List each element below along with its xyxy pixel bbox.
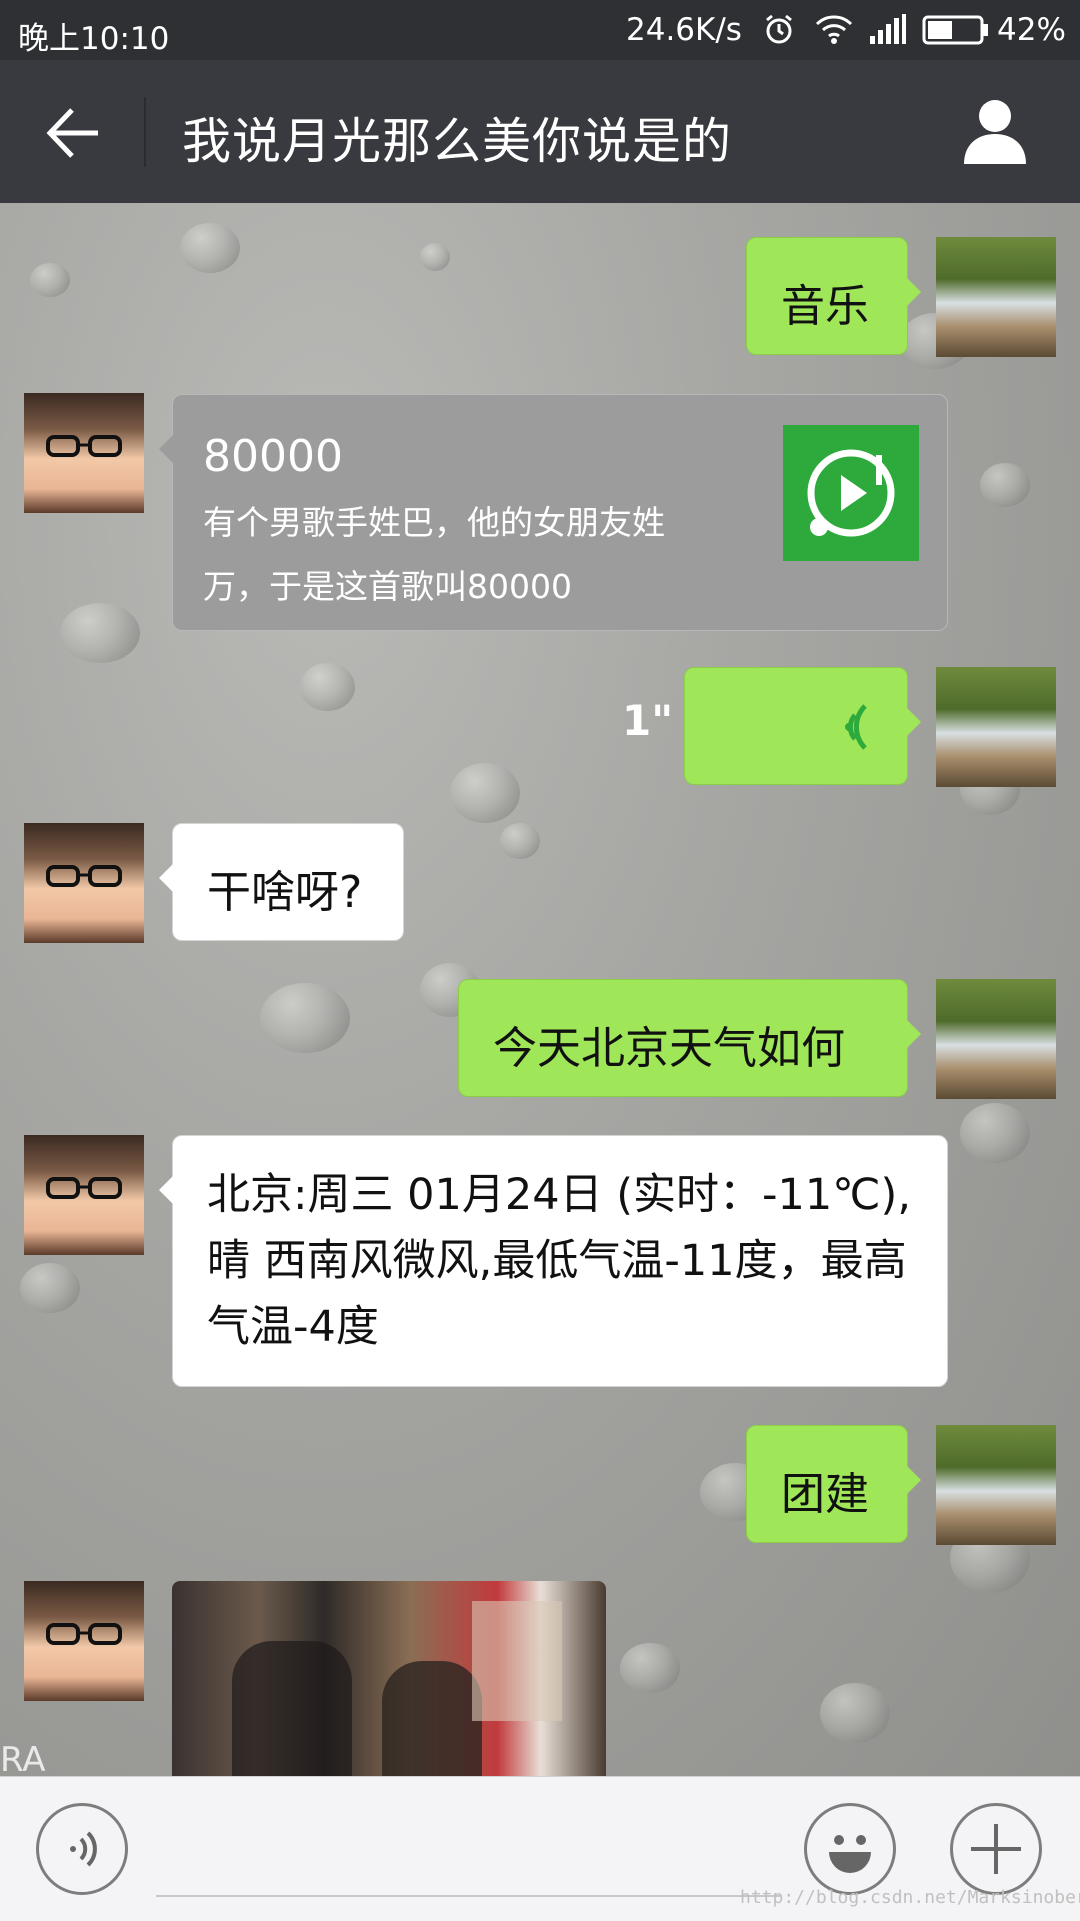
music-description: 有个男歌手姓巴，他的女朋友姓万，于是这首歌叫80000 [203,503,665,606]
signal-icon [868,12,908,54]
plus-icon[interactable] [950,1803,1042,1895]
voice-duration: 1" [622,696,674,745]
bubble-tail [907,278,921,306]
message-input-field[interactable] [156,1895,780,1897]
wallpaper-drop [960,1103,1030,1163]
back-arrow-icon[interactable] [44,104,102,162]
glasses-icon [46,1623,122,1645]
voice-input-icon[interactable] [36,1803,128,1895]
bubble-tail [159,1176,173,1204]
music-title: 80000 [203,431,343,482]
wallpaper-drop [820,1683,890,1743]
status-net-speed: 24.6K/s [626,12,742,48]
wallpaper-drop [180,223,240,273]
voice-wave-icon [825,700,869,765]
input-bar: http://blog.csdn.net/Marksinoberg [0,1776,1080,1921]
wallpaper-drop [980,463,1030,507]
emoji-icon[interactable] [804,1803,896,1895]
status-bar: 晚上10:10 24.6K/s 42% [0,0,1080,60]
glasses-icon [46,865,122,887]
wallpaper-drop [450,763,520,823]
bubble-tail [159,435,173,463]
message-text: 北京:周三 01月24日 (实时：-11℃),晴 西南风微风,最低气温-11度，… [207,1170,911,1352]
message-text: 音乐 [781,281,869,332]
wallpaper-drop [60,603,140,663]
contact-avatar[interactable] [24,823,144,943]
status-time: 晚上10:10 [18,21,170,57]
contact-avatar[interactable] [24,1135,144,1255]
message-bubble-other[interactable]: 干啥呀? [159,823,404,941]
self-avatar[interactable] [936,1425,1056,1545]
chat-header: 我说月光那么美你说是的 [0,60,1080,203]
wallpaper-drop [300,663,355,711]
photo-person [232,1641,352,1776]
wallpaper-drop [620,1643,680,1693]
wallpaper-drop [500,823,540,859]
message-text: 团建 [781,1469,869,1520]
music-card[interactable]: 80000 有个男歌手姓巴，他的女朋友姓万，于是这首歌叫80000 [159,394,948,631]
overlay-text: RA [0,1740,46,1776]
bubble-tail [907,1466,921,1494]
chat-area[interactable]: 音乐 80000 有个男歌手姓巴，他的女朋友姓万，于是这首歌叫80000 1" … [0,203,1080,1776]
watermark: http://blog.csdn.net/Marksinoberg [740,1887,1080,1908]
message-bubble-self[interactable]: 今天北京天气如何 [458,979,921,1097]
wallpaper-drop [20,1263,80,1313]
contact-avatar[interactable] [24,393,144,513]
profile-icon[interactable] [962,96,1028,166]
wifi-icon [814,12,854,54]
bubble-tail [907,1020,921,1048]
message-bubble-self[interactable]: 音乐 [746,237,921,355]
message-text: 干啥呀? [207,867,363,918]
alarm-icon [762,12,796,54]
image-message[interactable] [172,1581,606,1776]
message-text: 今天北京天气如何 [493,1023,845,1074]
wallpaper-drop [260,983,350,1053]
header-divider [144,97,146,167]
wallpaper-drop [420,243,450,271]
music-play-icon[interactable] [783,425,919,561]
battery-percentage: 42% [997,12,1066,48]
self-avatar[interactable] [936,237,1056,357]
self-avatar[interactable] [936,667,1056,787]
message-bubble-other[interactable]: 北京:周三 01月24日 (实时：-11℃),晴 西南风微风,最低气温-11度，… [159,1135,948,1387]
glasses-icon [46,435,122,457]
contact-avatar[interactable] [24,1581,144,1701]
message-bubble-self[interactable]: 团建 [746,1425,921,1543]
photo-shop [472,1601,562,1721]
battery-icon [922,12,990,54]
voice-message-bubble[interactable] [684,667,921,785]
bubble-tail [907,708,921,736]
bubble-tail [159,864,173,892]
wallpaper-drop [30,263,70,297]
glasses-icon [46,1177,122,1199]
chat-title: 我说月光那么美你说是的 [182,113,733,170]
photo-person [382,1661,482,1776]
self-avatar[interactable] [936,979,1056,1099]
